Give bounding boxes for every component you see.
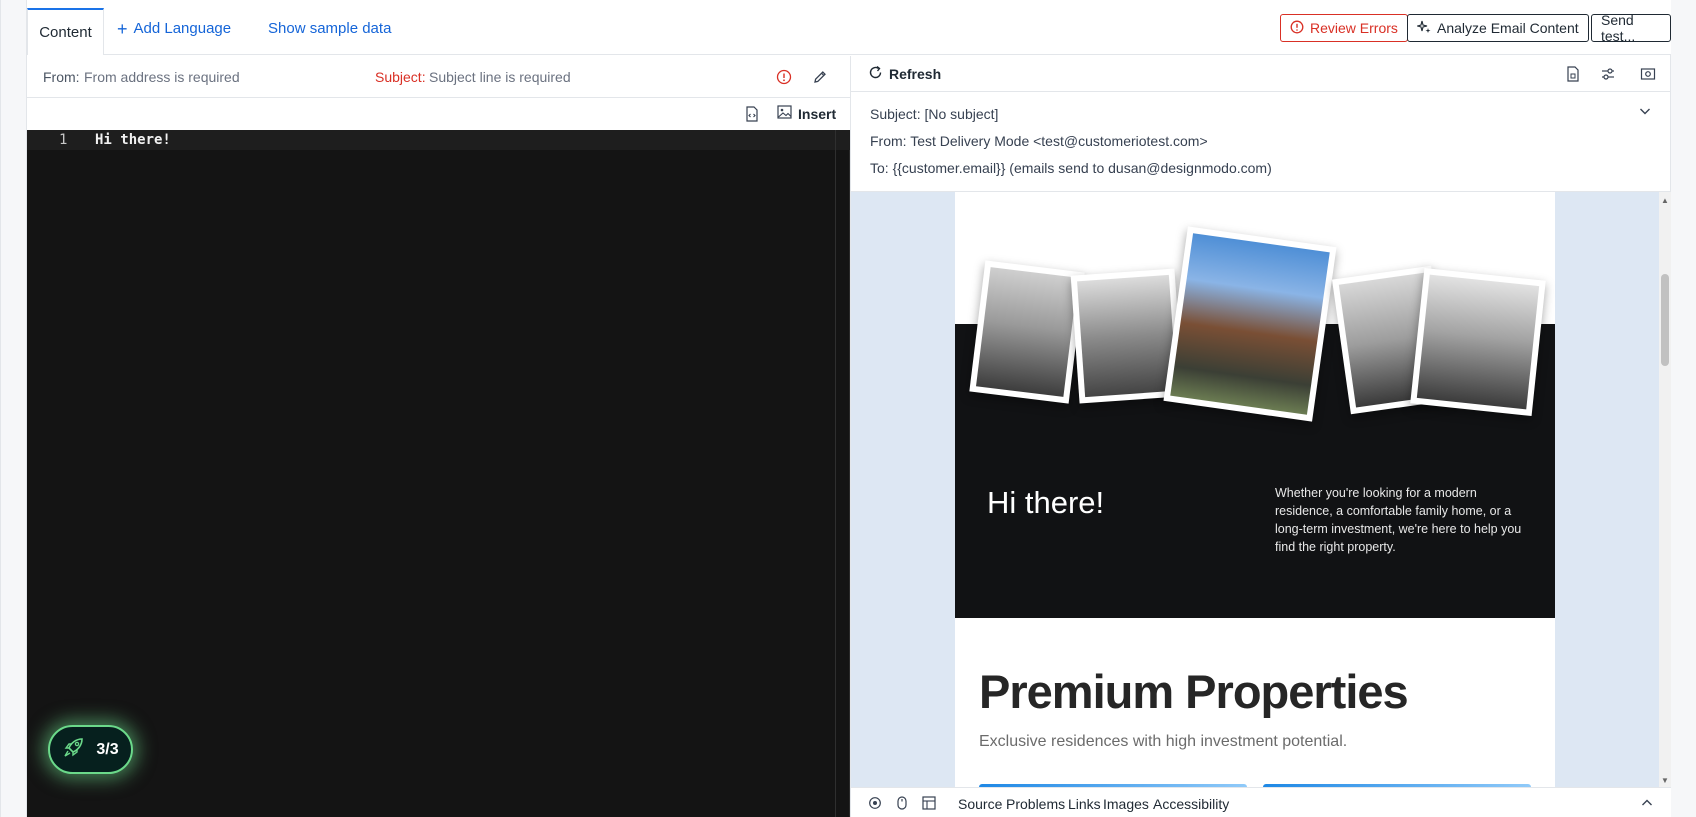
device-icon[interactable] [1566, 66, 1580, 82]
show-sample-data-link[interactable]: Show sample data [268, 20, 391, 37]
code-editor[interactable]: 1 Hi there! [27, 130, 850, 817]
screenshot-icon[interactable] [1640, 66, 1656, 82]
editor-minimap-divider [835, 130, 836, 817]
code-file-icon[interactable] [745, 106, 759, 122]
refresh-icon [868, 65, 883, 83]
refresh-label: Refresh [889, 66, 942, 82]
image-icon [777, 105, 792, 122]
sparkle-icon [1415, 20, 1431, 37]
tab-images[interactable]: Images [1103, 796, 1149, 812]
tab-source[interactable]: Source [958, 796, 1002, 812]
tab-content[interactable]: Content [27, 8, 104, 55]
error-status-icon[interactable] [776, 69, 792, 85]
from-field[interactable]: From address is required [84, 69, 240, 85]
analyze-email-label: Analyze Email Content [1437, 20, 1579, 36]
tab-content-label: Content [39, 24, 92, 41]
scroll-down-icon[interactable]: ▼ [1661, 776, 1669, 785]
preview-from: From: Test Delivery Mode <test@customeri… [870, 133, 1208, 149]
add-language-label: Add Language [133, 20, 232, 37]
email-metadata: Subject: [No subject] From: Test Deliver… [851, 92, 1671, 192]
line-number: 1 [59, 132, 68, 148]
insert-label: Insert [798, 105, 837, 122]
hero-copy: Whether you're looking for a modern resi… [1275, 486, 1522, 554]
show-sample-data-label: Show sample data [268, 20, 392, 37]
subject-field[interactable]: Subject line is required [429, 69, 571, 85]
error-circle-icon [1290, 20, 1304, 37]
left-gutter [1, 0, 27, 817]
house-photo [969, 260, 1085, 404]
rocket-icon [62, 735, 86, 764]
add-language-link[interactable]: + Add Language [117, 18, 232, 39]
mouse-icon[interactable] [896, 796, 908, 810]
tab-problems[interactable]: Problems [1006, 796, 1065, 812]
section-title: Premium Properties [979, 665, 1409, 718]
top-toolbar: Content + Add Language Show sample data … [27, 0, 1671, 55]
house-photo [1163, 226, 1337, 422]
preview-subject: Subject: [No subject] [870, 106, 999, 122]
sliders-icon[interactable] [1600, 66, 1616, 82]
tab-accessibility[interactable]: Accessibility [1153, 796, 1229, 812]
section-subtitle: Exclusive residences with high investmen… [979, 733, 1348, 750]
review-errors-label: Review Errors [1310, 20, 1398, 36]
analyze-email-button[interactable]: Analyze Email Content [1407, 14, 1589, 42]
line-text[interactable]: Hi there! [95, 132, 171, 148]
preview-to: To: {{customer.email}} (emails send to d… [870, 160, 1272, 176]
insert-button[interactable]: Insert [777, 105, 836, 122]
preview-bottom-bar: Source Problems Links Images Accessibili… [851, 787, 1671, 817]
editor-toolbar: Insert [27, 98, 850, 130]
table-icon[interactable] [922, 796, 936, 810]
preview-scrollbar[interactable]: ▲ ▼ [1659, 192, 1671, 787]
refresh-button[interactable]: Refresh [868, 65, 941, 83]
scroll-up-icon[interactable]: ▲ [1661, 196, 1669, 205]
scroll-thumb[interactable] [1661, 274, 1669, 366]
pencil-icon[interactable] [812, 69, 828, 85]
house-photo [1410, 267, 1546, 417]
review-errors-button[interactable]: Review Errors [1280, 14, 1408, 42]
send-test-button[interactable]: Send test... [1591, 12, 1671, 44]
from-label: From: [43, 69, 80, 85]
onboarding-progress-badge[interactable]: 3/3 [48, 725, 133, 774]
send-test-label: Send test... [1601, 12, 1636, 44]
email-preview[interactable]: Hi there! Whether you're looking for a m… [851, 192, 1659, 787]
app-window: Content + Add Language Show sample data … [0, 0, 1696, 817]
badge-count: 3/3 [96, 740, 119, 758]
chevron-up-icon[interactable] [1641, 798, 1653, 808]
code-line: 1 Hi there! [27, 130, 850, 150]
hero-section: Hi there! Whether you're looking for a m… [955, 192, 1555, 618]
tab-links[interactable]: Links [1068, 796, 1101, 812]
chevron-down-icon[interactable] [1639, 106, 1651, 116]
header-fields-row: From: From address is required Subject: … [27, 56, 850, 98]
subject-label: Subject: [375, 69, 426, 85]
hero-title: Hi there! [987, 485, 1105, 520]
right-gutter [1670, 0, 1696, 817]
preview-header: Refresh [851, 56, 1671, 92]
email-canvas: Hi there! Whether you're looking for a m… [955, 192, 1555, 787]
target-icon[interactable] [868, 796, 882, 810]
plus-icon: + [117, 18, 128, 39]
